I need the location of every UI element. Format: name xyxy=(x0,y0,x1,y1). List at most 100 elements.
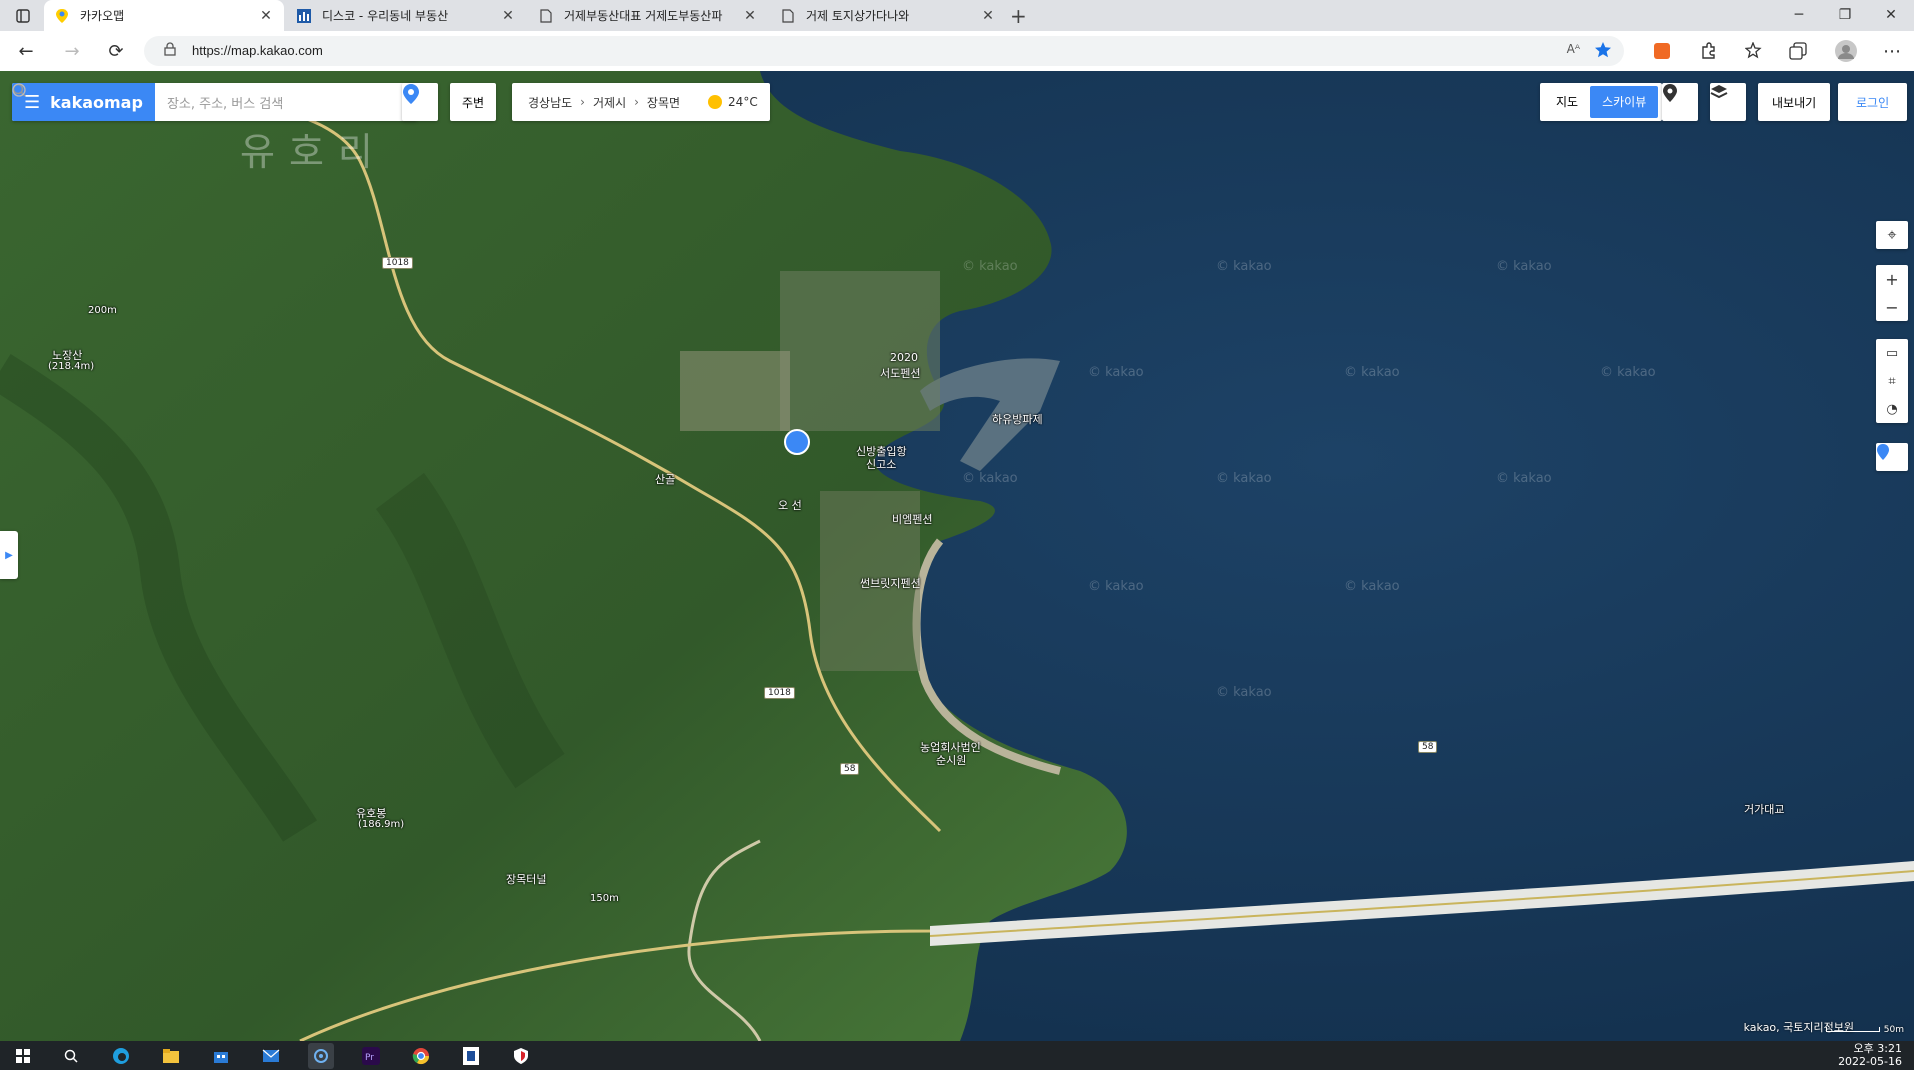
map-label-elevation: (186.9m) xyxy=(358,819,405,830)
contour-label: 200m xyxy=(88,305,117,316)
new-tab-button[interactable]: + xyxy=(1010,4,1027,28)
close-tab-icon[interactable]: ✕ xyxy=(500,8,516,24)
extension-rss-icon[interactable] xyxy=(1650,39,1674,63)
kakao-watermark: © kakao xyxy=(1088,579,1144,594)
kakaomap-logo[interactable]: ☰ kakaomap xyxy=(12,83,155,121)
breadcrumb-district[interactable]: 장목면 xyxy=(647,94,680,111)
tab-geoje-land[interactable]: 거제 토지상가다나와 ✕ xyxy=(770,0,1006,31)
menu-icon[interactable]: ☰ xyxy=(24,92,40,113)
skyview-button[interactable]: 스카이뷰 xyxy=(1590,86,1659,118)
close-tab-icon[interactable]: ✕ xyxy=(980,8,996,24)
layers-button[interactable] xyxy=(1710,83,1746,121)
close-tab-icon[interactable]: ✕ xyxy=(258,8,274,24)
tab-disco[interactable]: 디스코 - 우리동네 부동산 ✕ xyxy=(286,0,526,31)
kakao-watermark: © kakao xyxy=(1344,365,1400,380)
marker-pin-icon[interactable] xyxy=(1876,443,1908,471)
map-label-sunbridge-pension[interactable]: 썬브릿지펜션 xyxy=(860,575,921,591)
tab-kakaomap[interactable]: 카카오맵 ✕ xyxy=(44,0,284,31)
more-options-icon[interactable]: ⋯ xyxy=(1880,39,1904,63)
windows-taskbar: Pr 오후 3:21 2022-05-16 xyxy=(0,1041,1914,1070)
kakao-watermark: © kakao xyxy=(1344,579,1400,594)
crosshair-icon[interactable]: ⌖ xyxy=(1876,221,1908,249)
kakao-search-bar: ☰ kakaomap 장소, 주소, 버스 검색 xyxy=(12,83,417,121)
map-label-elevation: (218.4m) xyxy=(48,361,95,372)
breadcrumb-province[interactable]: 경상남도 xyxy=(528,94,572,111)
favorite-star-icon[interactable] xyxy=(1594,41,1612,63)
export-button[interactable]: 내보내기 xyxy=(1758,83,1831,121)
area-measure-icon[interactable]: ⌗ xyxy=(1876,367,1908,395)
kakao-watermark: © kakao xyxy=(962,471,1018,486)
breadcrumb-city[interactable]: 거제시 xyxy=(593,94,626,111)
system-clock[interactable]: 오후 3:21 2022-05-16 xyxy=(1838,1042,1902,1068)
map-label-bus-stop[interactable]: 오 선 xyxy=(778,497,802,513)
restore-icon[interactable]: ❐ xyxy=(1822,0,1868,31)
minimize-icon[interactable]: ─ xyxy=(1776,0,1822,31)
chrome-icon[interactable] xyxy=(408,1043,434,1069)
zoom-in-icon[interactable]: + xyxy=(1876,265,1908,293)
current-location-control: ⌖ xyxy=(1876,221,1908,249)
kakao-watermark: © kakao xyxy=(1216,259,1272,274)
tab-geoje-realestate[interactable]: 거제부동산대표 거제도부동산파 ✕ xyxy=(528,0,768,31)
nearby-button[interactable]: 주변 xyxy=(450,83,497,121)
store-icon[interactable] xyxy=(208,1043,234,1069)
extensions-puzzle-icon[interactable] xyxy=(1696,39,1720,63)
windows-start-icon[interactable] xyxy=(10,1043,36,1069)
map-view-toggle: 지도 스카이뷰 xyxy=(1540,83,1663,121)
road-number-badge: 58 xyxy=(1418,741,1438,753)
tab-actions-button[interactable] xyxy=(6,0,42,31)
pin-marker-control xyxy=(1876,443,1908,471)
profile-avatar-icon[interactable] xyxy=(1834,39,1858,63)
kakao-watermark: © kakao xyxy=(1088,365,1144,380)
map-label-tunnel[interactable]: 장목터널 xyxy=(506,871,546,887)
ruler-icon[interactable]: ▭ xyxy=(1876,339,1908,367)
page-icon xyxy=(780,8,796,24)
settings-app-icon[interactable] xyxy=(308,1043,334,1069)
search-icon[interactable] xyxy=(58,1043,84,1069)
url-text: https://map.kakao.com xyxy=(192,43,323,58)
chevron-right-icon: › xyxy=(580,95,585,109)
search-placeholder: 장소, 주소, 버스 검색 xyxy=(166,96,284,112)
map-label-breakwater[interactable]: 하유방파제 xyxy=(992,411,1043,427)
search-input[interactable]: 장소, 주소, 버스 검색 xyxy=(12,83,417,112)
kakaomap-favicon-icon xyxy=(54,8,70,24)
radius-measure-icon[interactable]: ◔ xyxy=(1876,395,1908,423)
address-bar[interactable]: https://map.kakao.com Aᴬ xyxy=(144,36,1624,66)
weather-widget[interactable]: 24°C xyxy=(696,95,770,109)
close-window-icon[interactable]: ✕ xyxy=(1868,0,1914,31)
browser-tab-strip: 카카오맵 ✕ 디스코 - 우리동네 부동산 ✕ 거제부동산대표 거제도부동산파 … xyxy=(0,0,1914,31)
bus-stop-marker-icon[interactable] xyxy=(784,429,810,455)
map-label-pension-2020[interactable]: 2020 xyxy=(890,351,918,364)
refresh-icon[interactable]: ⟳ xyxy=(104,39,128,63)
kakao-watermark: © kakao xyxy=(1496,471,1552,486)
edge-icon[interactable] xyxy=(108,1043,134,1069)
premiere-pro-icon[interactable]: Pr xyxy=(358,1043,384,1069)
app-icon[interactable] xyxy=(458,1043,484,1069)
tab-label: 디스코 - 우리동네 부동산 xyxy=(322,9,449,23)
tab-label: 거제 토지상가다나와 xyxy=(806,9,910,23)
close-tab-icon[interactable]: ✕ xyxy=(742,8,758,24)
zoom-out-icon[interactable]: − xyxy=(1876,293,1908,321)
collections-icon[interactable] xyxy=(1786,39,1810,63)
map-view-button[interactable]: 지도 xyxy=(1544,86,1590,118)
kakao-watermark: © kakao xyxy=(1216,471,1272,486)
map-label-bm-pension[interactable]: 비엠펜션 xyxy=(892,511,932,527)
roadview-button[interactable] xyxy=(1662,83,1698,121)
map-viewport[interactable]: 유호리 ☰ kakaomap 장소, 주소, 버스 검색 주변 경상남도 › 거… xyxy=(0,71,1914,1041)
sidebar-expand-toggle[interactable]: ▶ xyxy=(0,531,18,579)
antivirus-icon[interactable] xyxy=(508,1043,534,1069)
back-icon[interactable]: ← xyxy=(14,39,38,63)
file-explorer-icon[interactable] xyxy=(158,1043,184,1069)
forward-icon[interactable]: → xyxy=(60,39,84,63)
my-location-pin-button[interactable] xyxy=(402,83,438,121)
clock-time: 오후 3:21 xyxy=(1853,1042,1902,1055)
login-button[interactable]: 로그인 xyxy=(1838,83,1908,121)
zoom-control: + − xyxy=(1876,265,1908,321)
map-label-pension-2020b[interactable]: 서도펜션 xyxy=(880,365,920,381)
map-label-bridge[interactable]: 거가대교 xyxy=(1744,801,1784,817)
favorites-icon[interactable] xyxy=(1742,39,1766,63)
read-aloud-icon[interactable]: Aᴬ xyxy=(1567,42,1580,56)
svg-text:Pr: Pr xyxy=(365,1053,374,1063)
sun-icon xyxy=(708,95,723,109)
map-label-sangol[interactable]: 산골 xyxy=(655,471,675,487)
mail-icon[interactable] xyxy=(258,1043,284,1069)
